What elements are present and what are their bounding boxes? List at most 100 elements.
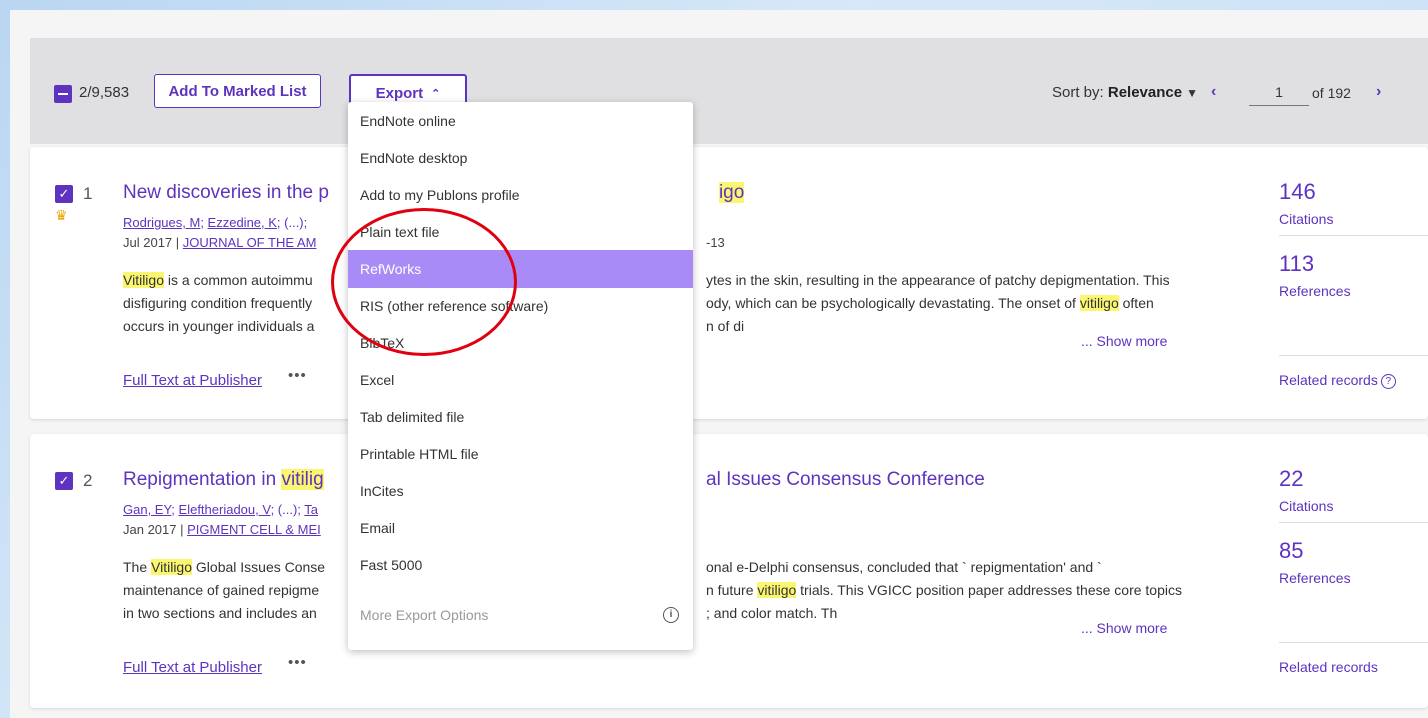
help-icon[interactable]: ? [1380, 374, 1396, 389]
abstract-highlight: Vitiligo [123, 272, 164, 288]
more-actions-icon[interactable]: ••• [288, 367, 307, 384]
info-icon[interactable]: i [663, 607, 679, 623]
check-icon: ✓ [58, 473, 70, 488]
authors-ellipsis: ; (...); [276, 215, 308, 230]
export-endnote-desktop[interactable]: EndNote desktop [348, 139, 693, 177]
show-more-link[interactable]: ... Show more [1081, 620, 1167, 636]
authors-ellipsis: ; (...); [270, 502, 305, 517]
full-text-link[interactable]: Full Text at Publisher [123, 659, 262, 676]
author-link[interactable]: Rodrigues, M [123, 215, 200, 230]
export-bibtex[interactable]: BibTeX [348, 324, 693, 362]
record-number: 2 [83, 471, 93, 490]
publication-date: Jan 2017 | [123, 522, 188, 537]
export-ris[interactable]: RIS (other reference software) [348, 287, 693, 325]
author-link[interactable]: Gan, EY [123, 502, 171, 517]
record-checkbox[interactable]: ✓ [55, 472, 73, 490]
journal-link[interactable]: PIGMENT CELL & MEI [187, 522, 321, 537]
record-authors: Gan, EY; Eleftheriadou, V; (...); Ta [123, 502, 319, 517]
abstract-text: The [123, 559, 152, 575]
export-publons[interactable]: Add to my Publons profile [348, 176, 693, 214]
full-text-link[interactable]: Full Text at Publisher [123, 372, 262, 389]
publication-date: Jul 2017 | [123, 235, 183, 250]
record-abstract-left: Vitiligo is a common autoimmu disfigurin… [123, 269, 353, 338]
export-menu: EndNote online EndNote desktop Add to my… [348, 102, 693, 650]
title-highlight: vitilig [281, 469, 324, 490]
caret-down-icon: ▼ [1186, 86, 1198, 100]
check-icon: ✓ [58, 186, 70, 201]
more-actions-icon[interactable]: ••• [288, 654, 307, 671]
references-label[interactable]: References [1279, 283, 1351, 299]
record-number: 1 [83, 184, 93, 203]
record-checkbox[interactable]: ✓ [55, 185, 73, 203]
divider [1279, 355, 1428, 356]
abstract-highlight: vitiligo [1079, 295, 1119, 311]
record-title-text: New discoveries in the p [123, 182, 329, 203]
add-to-marked-list-button[interactable]: Add To Marked List [154, 74, 321, 108]
abstract-text: ; and color match. Th [706, 605, 838, 621]
export-incites[interactable]: InCites [348, 472, 693, 510]
export-label: Export [375, 84, 424, 102]
citations-label[interactable]: Citations [1279, 498, 1333, 514]
abstract-text: in two sections and includes an [123, 605, 317, 621]
export-tab-delimited[interactable]: Tab delimited file [348, 398, 693, 436]
export-fast-5000[interactable]: Fast 5000 [348, 546, 693, 584]
related-records-link[interactable]: Related records [1279, 659, 1378, 675]
page-number-input[interactable] [1249, 79, 1309, 106]
trophy-icon: ♛ [55, 207, 68, 223]
abstract-text: maintenance of gained repigme [123, 582, 320, 598]
results-toolbar: 2/9,583 Add To Marked List Export ⌃ Sort… [30, 38, 1428, 144]
author-link[interactable]: Ta [304, 502, 318, 517]
more-export-options-label: More Export Options [360, 607, 489, 623]
export-endnote-online[interactable]: EndNote online [348, 102, 693, 140]
references-label[interactable]: References [1279, 570, 1351, 586]
record-title-text: al Issues Consensus Conference [706, 469, 985, 490]
export-plain-text[interactable]: Plain text file [348, 213, 693, 251]
abstract-text: is a common autoimmu [164, 272, 313, 288]
record-title[interactable]: Repigmentation in vitilig [123, 469, 324, 491]
abstract-text: disfiguring condition frequently [123, 295, 313, 311]
citations-label[interactable]: Citations [1279, 211, 1333, 227]
abstract-text: onal e-Delphi consensus, concluded that … [706, 559, 1102, 575]
author-link[interactable]: Ezzedine, K [208, 215, 277, 230]
sort-label: Sort by: [1052, 84, 1104, 101]
previous-page-icon[interactable]: ‹ [1211, 83, 1216, 101]
select-all-checkbox[interactable] [54, 85, 72, 103]
record-title-continued[interactable]: al Issues Consensus Conference [706, 469, 985, 491]
journal-link[interactable]: JOURNAL OF THE AM [183, 235, 317, 250]
citations-count[interactable]: 22 [1279, 466, 1303, 492]
record-abstract-right: ytes in the skin, resulting in the appea… [706, 269, 1246, 338]
sort-value: Relevance [1107, 84, 1183, 101]
sort-by-dropdown[interactable]: Sort by: Relevance ▼ [1052, 84, 1198, 101]
abstract-highlight: vitiligo [757, 582, 797, 598]
author-link[interactable]: Eleftheriadou, V [179, 502, 271, 517]
abstract-text: ody, which can be psychologically devast… [706, 295, 1080, 311]
record-source: Jan 2017 | PIGMENT CELL & MEI [123, 522, 321, 537]
divider [1279, 642, 1428, 643]
export-email[interactable]: Email [348, 509, 693, 547]
abstract-text: ytes in the skin, resulting in the appea… [706, 272, 1170, 288]
references-count[interactable]: 85 [1279, 538, 1303, 564]
record-card: ✓ 1 ♛ New discoveries in the p igo Rodrig… [30, 147, 1428, 419]
record-abstract-right: onal e-Delphi consensus, concluded that … [706, 556, 1266, 625]
citations-count[interactable]: 146 [1279, 179, 1316, 205]
show-more-link[interactable]: ... Show more [1081, 333, 1167, 349]
title-highlight: igo [718, 182, 745, 203]
abstract-text: often [1118, 295, 1154, 311]
results-page: 2/9,583 Add To Marked List Export ⌃ Sort… [10, 10, 1428, 718]
abstract-text: occurs in younger individuals a [123, 318, 315, 334]
next-page-icon[interactable]: › [1376, 83, 1381, 101]
export-printable-html[interactable]: Printable HTML file [348, 435, 693, 473]
abstract-text: n future [706, 582, 758, 598]
selected-count: 2/9,583 [79, 84, 130, 101]
record-title-text: Repigmentation in [123, 469, 282, 490]
related-records-label: Related records [1279, 372, 1378, 388]
divider [1279, 522, 1428, 523]
export-more-options: More Export Options i [348, 596, 693, 634]
abstract-text: Global Issues Conse [192, 559, 326, 575]
export-refworks[interactable]: RefWorks [348, 250, 693, 288]
total-pages: of 192 [1312, 85, 1351, 101]
export-excel[interactable]: Excel [348, 361, 693, 399]
divider [1279, 235, 1428, 236]
related-records-link[interactable]: Related records? [1279, 372, 1396, 389]
references-count[interactable]: 113 [1279, 251, 1314, 277]
